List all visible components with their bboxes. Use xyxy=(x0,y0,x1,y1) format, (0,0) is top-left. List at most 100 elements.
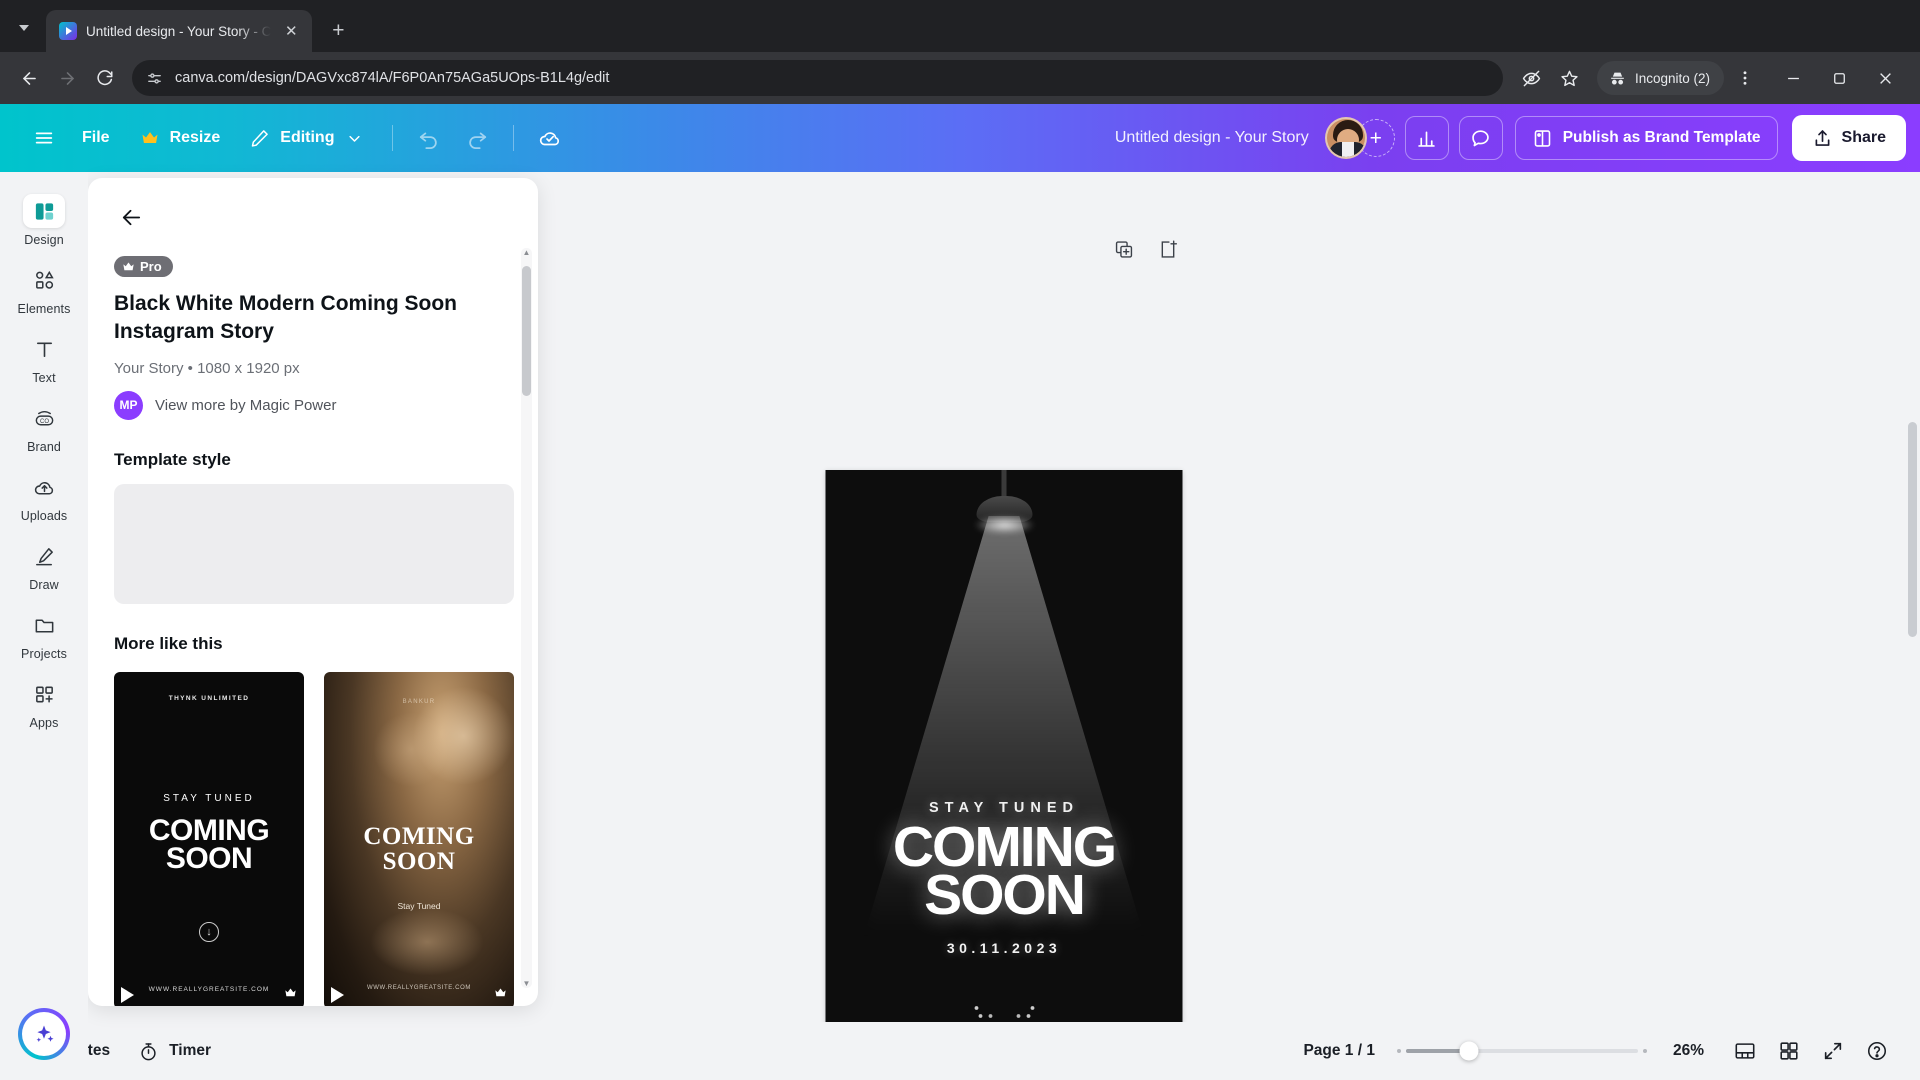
bar-chart-icon xyxy=(1416,128,1437,149)
sidebar-item-draw[interactable]: Draw xyxy=(5,531,83,598)
file-menu-button[interactable]: File xyxy=(70,118,122,158)
close-window-button[interactable] xyxy=(1862,61,1908,95)
template-details-panel: Pro Black White Modern Coming Soon Insta… xyxy=(88,178,538,1006)
zoom-slider[interactable] xyxy=(1396,1041,1647,1061)
more-like-this-heading: More like this xyxy=(114,633,223,653)
thumb-title-line1: COMING xyxy=(363,822,475,850)
sidebar-label-draw: Draw xyxy=(29,578,59,592)
related-template-card[interactable]: BANKUR COMING SOON Stay Tuned WWW.REALLY… xyxy=(324,671,514,1006)
sidebar-label-projects: Projects xyxy=(21,647,67,661)
minimize-window-button[interactable] xyxy=(1770,61,1816,95)
zoom-percentage[interactable]: 26% xyxy=(1673,1042,1704,1060)
address-bar[interactable]: canva.com/design/DAGVxc874lA/F6P0An75AGa… xyxy=(132,60,1503,96)
back-arrow-icon[interactable] xyxy=(12,61,46,95)
left-sidebar: Design Elements Text CO Brand Uploads Dr… xyxy=(0,172,88,1080)
reload-icon[interactable] xyxy=(88,61,122,95)
insights-button[interactable] xyxy=(1404,116,1449,160)
sidebar-label-text: Text xyxy=(32,371,56,385)
duplicate-page-icon[interactable] xyxy=(1109,234,1139,264)
site-settings-icon[interactable] xyxy=(146,70,163,87)
hamburger-menu-button[interactable] xyxy=(22,118,66,158)
crown-icon xyxy=(122,260,135,273)
three-dot-menu-icon[interactable] xyxy=(1728,61,1762,95)
add-page-icon[interactable] xyxy=(1153,234,1183,264)
help-icon[interactable] xyxy=(1858,1032,1896,1070)
design-date-text: 30.11.2023 xyxy=(946,940,1062,956)
tab-search-button[interactable] xyxy=(6,10,42,46)
sidebar-label-design: Design xyxy=(24,233,64,247)
browser-chrome: Untitled design - Your Story - C ✕ + can… xyxy=(0,0,1920,104)
sidebar-item-projects[interactable]: Projects xyxy=(5,600,83,667)
related-template-card[interactable]: THYNK UNLIMITED STAY TUNED COMING SOON ↓… xyxy=(114,671,304,1006)
sidebar-item-brand[interactable]: CO Brand xyxy=(5,393,83,460)
thumb-title-line1: COMING xyxy=(148,813,270,847)
star-icon[interactable] xyxy=(1553,61,1587,95)
comments-button[interactable] xyxy=(1458,116,1503,160)
apps-icon xyxy=(23,677,65,711)
share-button[interactable]: Share xyxy=(1791,115,1906,161)
scroll-down-arrow-icon[interactable]: ▼ xyxy=(522,979,531,988)
zoom-track[interactable] xyxy=(1405,1041,1638,1061)
zoom-max-dot xyxy=(1642,1049,1647,1053)
page-view-icon[interactable] xyxy=(1726,1032,1764,1070)
saved-status-button[interactable] xyxy=(528,118,572,158)
design-title[interactable]: Untitled design - Your Story xyxy=(1099,129,1325,147)
resize-button[interactable]: Resize xyxy=(126,118,233,158)
template-author-link[interactable]: MP View more by Magic Power xyxy=(114,390,514,420)
maximize-window-button[interactable] xyxy=(1816,61,1862,95)
editing-mode-button[interactable]: Editing xyxy=(236,118,378,158)
canvas-scrollbar[interactable] xyxy=(1908,422,1917,637)
elements-icon xyxy=(23,263,65,297)
sidebar-item-text[interactable]: Text xyxy=(5,324,83,391)
thumb-arrow-circle-icon: ↓ xyxy=(199,921,219,942)
forward-arrow-icon[interactable] xyxy=(50,61,84,95)
close-tab-icon[interactable]: ✕ xyxy=(280,20,302,42)
thumb-kicker: STAY TUNED xyxy=(163,793,255,805)
divider xyxy=(392,125,394,151)
new-tab-button[interactable]: + xyxy=(322,14,354,46)
undo-button[interactable] xyxy=(407,118,451,158)
design-icon xyxy=(23,194,65,228)
page-indicator[interactable]: Page 1 / 1 xyxy=(1303,1042,1375,1060)
magic-studio-button[interactable] xyxy=(18,1008,70,1060)
brand-template-icon xyxy=(1532,128,1553,149)
thumb-url: WWW.REALLYGREATSITE.COM xyxy=(367,984,471,991)
panel-back-button[interactable] xyxy=(110,196,152,238)
smoke-texture xyxy=(373,712,450,787)
design-page[interactable]: STAY TUNED COMING SOON 30.11.2023 xyxy=(825,470,1183,1080)
fullscreen-icon[interactable] xyxy=(1814,1032,1852,1070)
magic-sparkle-icon xyxy=(22,1012,66,1056)
timer-button[interactable]: Timer xyxy=(124,1032,225,1070)
projects-icon xyxy=(23,608,65,642)
zoom-knob[interactable] xyxy=(1459,1041,1479,1061)
incognito-indicator[interactable]: Incognito (2) xyxy=(1596,61,1724,95)
hide-password-icon[interactable] xyxy=(1515,61,1549,95)
template-style-heading: Template style xyxy=(114,449,231,469)
window-controls xyxy=(1770,61,1908,95)
scroll-up-arrow-icon[interactable]: ▲ xyxy=(522,248,531,257)
scrollbar-thumb[interactable] xyxy=(522,266,531,396)
sidebar-item-apps[interactable]: Apps xyxy=(5,669,83,736)
sidebar-item-uploads[interactable]: Uploads xyxy=(5,462,83,529)
play-icon[interactable] xyxy=(121,987,134,1004)
text-icon xyxy=(23,332,65,366)
avatar[interactable] xyxy=(1324,117,1367,159)
browser-tab[interactable]: Untitled design - Your Story - C ✕ xyxy=(46,10,313,52)
page-toolbar xyxy=(826,234,1183,264)
template-style-placeholder[interactable] xyxy=(114,483,514,604)
publish-as-brand-template-button[interactable]: Publish as Brand Template xyxy=(1514,116,1778,160)
play-icon[interactable] xyxy=(331,987,344,1004)
crown-icon xyxy=(138,126,162,150)
brand-icon: CO xyxy=(23,401,65,435)
template-title: Black White Modern Coming Soon Instagram… xyxy=(114,292,458,344)
panel-scrollbar[interactable]: ▲ ▼ xyxy=(521,248,532,988)
publish-label: Publish as Brand Template xyxy=(1562,129,1761,146)
sidebar-item-design[interactable]: Design xyxy=(5,186,83,253)
thumb-title-line2: SOON xyxy=(382,848,456,876)
crown-icon xyxy=(284,986,297,1002)
sidebar-label-brand: Brand xyxy=(27,440,61,454)
redo-button[interactable] xyxy=(455,118,499,158)
grid-view-icon[interactable] xyxy=(1770,1032,1808,1070)
sidebar-item-elements[interactable]: Elements xyxy=(5,255,83,322)
tab-strip: Untitled design - Your Story - C ✕ + xyxy=(0,0,1920,52)
